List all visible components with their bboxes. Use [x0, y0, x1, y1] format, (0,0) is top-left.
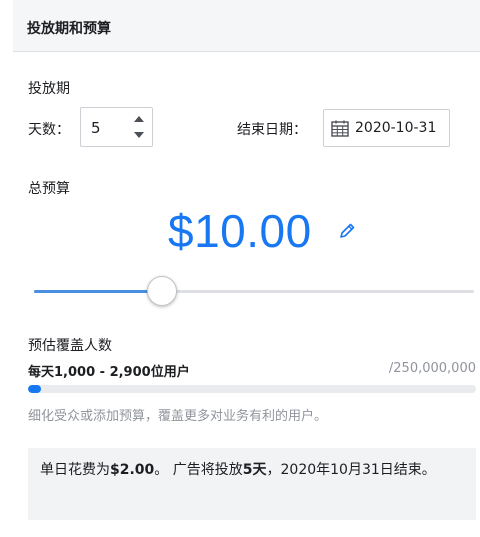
- budget-section-label: 总预算: [28, 181, 70, 197]
- days-label: 天数：: [28, 122, 70, 138]
- schedule-section-label: 投放期: [28, 81, 70, 97]
- end-date-label: 结束日期：: [237, 122, 307, 138]
- reach-label: 预估覆盖人数: [28, 338, 112, 354]
- panel-title: 投放期和预算: [27, 21, 111, 37]
- days-stepper[interactable]: 5: [80, 107, 153, 147]
- increment-button[interactable]: [129, 111, 149, 127]
- calendar-icon: [331, 120, 349, 137]
- budget-slider[interactable]: [34, 276, 474, 306]
- summary-text-2: 。 广告将投放: [154, 462, 243, 478]
- slider-handle[interactable]: [146, 276, 177, 306]
- reach-range: 每天1,000 - 2,900位用户: [28, 365, 190, 380]
- reach-progress-bar: [28, 385, 476, 393]
- summary-text-1: 单日花费为: [40, 462, 110, 478]
- caret-up-icon: [134, 116, 144, 122]
- caret-down-icon: [134, 132, 144, 138]
- summary-text-3: ，2020年10月31日结束。: [266, 462, 436, 478]
- summary-daily-spend: $2.00: [110, 462, 155, 478]
- end-date-value: 2020-10-31: [355, 120, 437, 136]
- reach-total: /250,000,000: [388, 361, 476, 376]
- reach-hint: 细化受众或添加预算，覆盖更多对业务有利的用户。: [28, 409, 328, 424]
- slider-fill: [34, 290, 162, 293]
- panel-header: 投放期和预算: [13, 0, 480, 52]
- summary-duration: 5天: [242, 462, 267, 478]
- budget-amount: $10.00: [168, 205, 312, 257]
- pencil-icon[interactable]: [338, 222, 356, 240]
- decrement-button[interactable]: [129, 127, 149, 143]
- end-date-field[interactable]: 2020-10-31: [323, 109, 450, 147]
- stepper-controls: [129, 111, 149, 143]
- days-value[interactable]: 5: [91, 119, 101, 137]
- summary-box: 单日花费为$2.00。 广告将投放5天，2020年10月31日结束。: [28, 448, 476, 520]
- reach-progress-fill: [28, 385, 42, 393]
